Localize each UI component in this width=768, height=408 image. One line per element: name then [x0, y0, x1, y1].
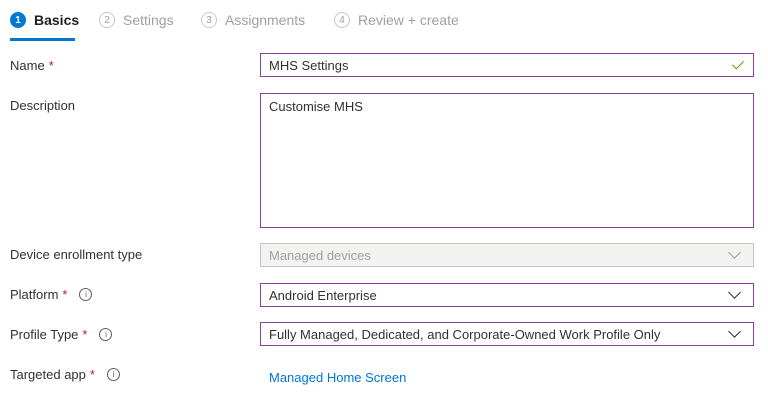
tab-review-create[interactable]: 4 Review + create — [334, 12, 459, 28]
label-text: Name — [10, 58, 45, 73]
name-value: MHS Settings — [269, 57, 349, 73]
tab-basics[interactable]: 1 Basics — [10, 12, 79, 28]
name-input[interactable]: MHS Settings — [260, 53, 754, 77]
info-icon[interactable]: i — [79, 288, 93, 301]
tab-assignments[interactable]: 3 Assignments — [201, 12, 305, 28]
enrollment-type-label: Device enrollment type — [10, 247, 142, 262]
required-mark: * — [82, 327, 88, 342]
chevron-down-icon — [728, 286, 741, 299]
name-label: Name * — [10, 58, 54, 73]
chevron-down-icon — [728, 246, 741, 259]
step-number: 3 — [201, 12, 217, 28]
step-number: 4 — [334, 12, 350, 28]
required-mark: * — [48, 58, 54, 73]
info-icon[interactable]: i — [106, 368, 120, 381]
targeted-app-label: Targeted app * i — [10, 367, 120, 382]
step-number: 2 — [99, 12, 115, 28]
label-text: Device enrollment type — [10, 247, 143, 262]
chevron-down-icon — [728, 325, 741, 338]
info-icon[interactable]: i — [99, 328, 113, 341]
label-text: Platform — [10, 287, 59, 302]
step-label: Review + create — [358, 12, 459, 28]
required-mark: * — [62, 287, 68, 302]
select-value: Managed devices — [269, 247, 371, 263]
description-input[interactable]: Customise MHS — [260, 93, 754, 228]
select-value: Fully Managed, Dedicated, and Corporate-… — [269, 326, 661, 342]
profile-type-label: Profile Type * i — [10, 327, 113, 342]
tab-settings[interactable]: 2 Settings — [99, 12, 174, 28]
required-mark: * — [89, 367, 95, 382]
step-label: Settings — [123, 12, 174, 28]
step-label: Assignments — [225, 12, 306, 28]
description-label: Description — [10, 98, 75, 113]
active-tab-indicator — [10, 38, 75, 41]
select-value: Android Enterprise — [269, 287, 377, 303]
platform-select[interactable]: Android Enterprise — [260, 283, 754, 307]
enrollment-type-select: Managed devices — [260, 243, 754, 267]
targeted-app-link[interactable]: Managed Home Screen — [269, 370, 406, 385]
checkmark-icon — [731, 56, 745, 70]
label-text: Profile Type — [10, 327, 79, 342]
step-number: 1 — [10, 12, 26, 28]
label-text: Targeted app — [10, 367, 86, 382]
label-text: Description — [10, 98, 76, 113]
profile-type-select[interactable]: Fully Managed, Dedicated, and Corporate-… — [260, 322, 754, 346]
platform-label: Platform * i — [10, 287, 93, 302]
step-label: Basics — [34, 12, 80, 28]
